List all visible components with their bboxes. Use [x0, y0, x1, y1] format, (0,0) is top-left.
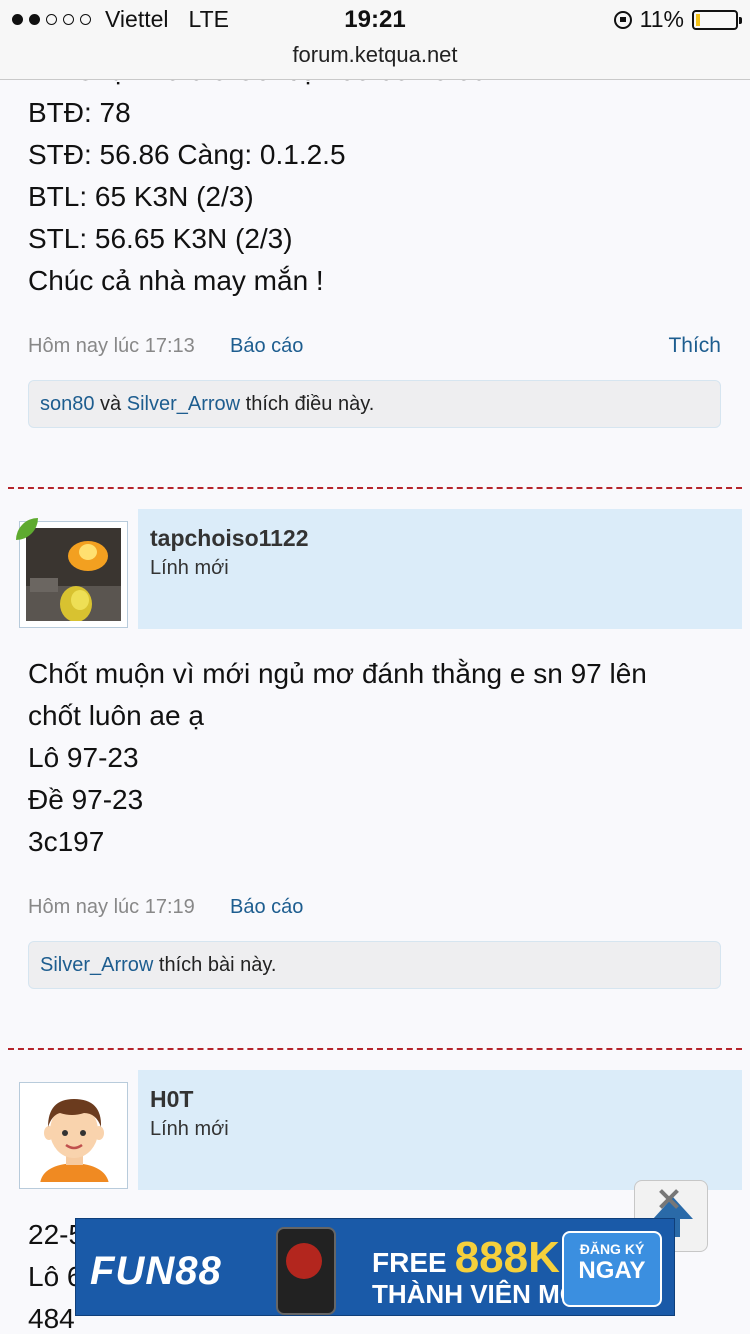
post-line: Chúc cả nhà may mắn !: [28, 265, 324, 296]
battery-area: 11%: [613, 6, 742, 33]
post-line: 3c197: [28, 826, 105, 857]
avatar-default-icon: [26, 1089, 121, 1182]
post-line: Đề 97-23: [28, 784, 144, 815]
post-line: STL: 56.65 K3N (2/3): [28, 223, 293, 254]
username[interactable]: tapchoiso1122: [150, 525, 309, 552]
url-bar[interactable]: forum.ketqua.net: [0, 40, 750, 80]
username[interactable]: H0T: [150, 1086, 193, 1113]
likes-text: thích bài này.: [153, 954, 277, 976]
battery-percent: 11%: [639, 6, 684, 32]
banner-subtitle: THÀNH VIÊN MỚI: [372, 1279, 590, 1309]
like-link[interactable]: Thích: [668, 326, 721, 366]
likes-connector: và: [94, 393, 127, 415]
post-author-header: tapchoiso1122 Lính mới: [8, 509, 742, 629]
likes-summary: Silver_Arrow thích bài này.: [28, 941, 721, 989]
report-link[interactable]: Báo cáo: [230, 326, 303, 366]
report-link[interactable]: Báo cáo: [230, 887, 303, 927]
user-info: tapchoiso1122 Lính mới: [138, 509, 742, 629]
banner-logo: FUN88: [90, 1249, 222, 1293]
likes-summary: son80 và Silver_Arrow thích điều này.: [28, 380, 721, 428]
url-text[interactable]: forum.ketqua.net: [292, 42, 457, 67]
avatar[interactable]: [19, 1082, 128, 1189]
close-icon[interactable]: [657, 1187, 681, 1211]
post-line: BTL: 65 K3N (2/3): [28, 181, 254, 212]
liker-link[interactable]: Silver_Arrow: [127, 393, 240, 415]
user-title: Lính mới: [150, 1118, 229, 1140]
register-small-label: ĐĂNG KÝ: [579, 1241, 645, 1257]
user-title: Lính mới: [150, 557, 229, 579]
rotation-lock-icon: [613, 10, 632, 29]
post-line: Chốt muộn vì mới ngủ mơ đánh thằng e sn …: [28, 658, 647, 689]
battery-icon: [692, 9, 742, 30]
post-body: Chốt muộn vì mới ngủ mơ đánh thằng e sn …: [0, 653, 750, 863]
avatar[interactable]: [16, 518, 128, 628]
post-meta: Hôm nay lúc 17:19 Báo cáo: [0, 887, 750, 927]
banner-amount: 888K: [454, 1233, 560, 1282]
post-body: ĐB Chạm: 3.6.8 Cồi bộ : 38.68.78.89 BTĐ:…: [0, 80, 750, 302]
likes-text: thích điều này.: [240, 393, 375, 415]
register-big-label: NGAY: [578, 1257, 646, 1284]
post-line: BTĐ: 78: [28, 97, 131, 128]
register-button[interactable]: ĐĂNG KÝ NGAY: [562, 1231, 662, 1307]
liker-link[interactable]: son80: [40, 393, 95, 415]
banner-free: FREE: [372, 1247, 447, 1278]
post-line: chốt luôn ae ạ: [28, 700, 204, 731]
post-line: Lô 97-23: [28, 742, 139, 773]
post-meta: Hôm nay lúc 17:13 Báo cáo Thích: [0, 326, 750, 366]
post-line: STĐ: 56.86 Càng: 0.1.2.5: [28, 139, 346, 170]
banner-ad[interactable]: FUN88 FREE 888K THÀNH VIÊN MỚI ĐĂNG KÝ NG…: [75, 1218, 675, 1316]
post-line: ĐB Chạm: 3.6.8 Cồi bộ : 38.68.78.89: [28, 80, 750, 92]
phone-roulette-icon: [276, 1227, 336, 1315]
status-bar: Viettel LTE 19:21 11%: [0, 0, 750, 40]
post-time[interactable]: Hôm nay lúc 17:19: [28, 887, 195, 927]
user-info: H0T Lính mới: [138, 1070, 742, 1190]
post-author-header: H0T Lính mới: [8, 1070, 742, 1190]
liker-link[interactable]: Silver_Arrow: [40, 954, 153, 976]
avatar-photo: [26, 528, 121, 621]
page-content[interactable]: ĐB Chạm: 3.6.8 Cồi bộ : 38.68.78.89 BTĐ:…: [0, 80, 750, 1334]
post-time[interactable]: Hôm nay lúc 17:13: [28, 326, 195, 366]
banner-offer: FREE 888K THÀNH VIÊN MỚI: [372, 1233, 589, 1310]
battery-fill: [696, 13, 700, 26]
